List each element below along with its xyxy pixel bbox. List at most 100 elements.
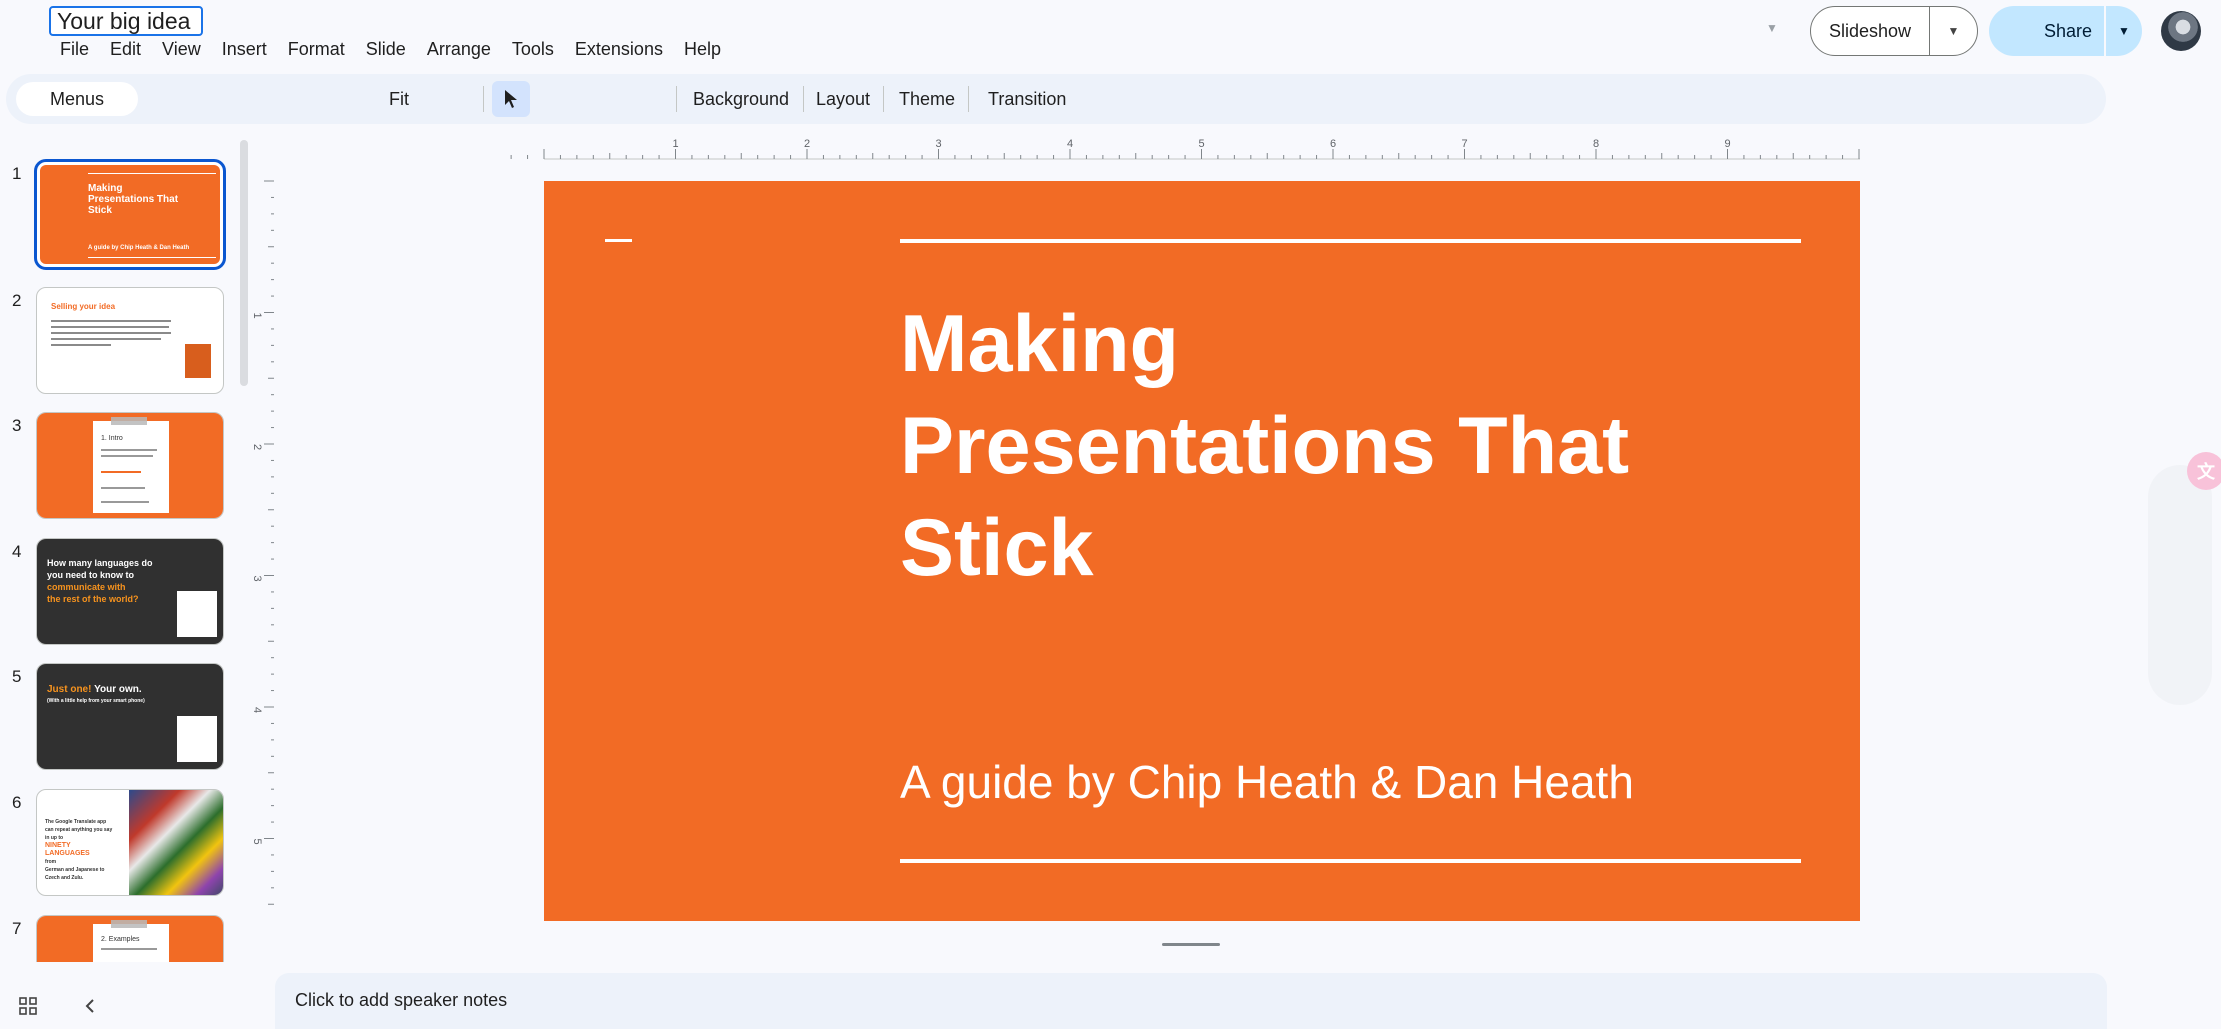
thumb-rule (88, 173, 216, 174)
tape-image (111, 920, 147, 928)
slide-number: 3 (12, 416, 22, 435)
thumb-text-line (51, 338, 161, 340)
ruler-label: 9 (1724, 138, 1730, 150)
ruler-label: 3 (935, 138, 941, 150)
layout-button[interactable]: Layout (816, 82, 870, 116)
thumb-text-line (101, 948, 157, 950)
slide-number: 1 (12, 164, 22, 183)
ruler-label: 4 (1067, 138, 1073, 150)
thumbnail-canvas: Selling your idea (37, 288, 223, 393)
note-card-image (177, 591, 217, 637)
document-title-input[interactable]: Your big idea (49, 6, 203, 36)
theme-button[interactable]: Theme (899, 82, 955, 116)
horizontal-ruler[interactable]: 1 2 3 4 5 6 7 8 9 (272, 135, 1860, 161)
ruler-label: 2 (804, 138, 810, 150)
slide-thumbnail-4[interactable]: How many languages do you need to know t… (36, 538, 224, 645)
slide-thumbnail-6[interactable]: The Google Translate app can repeat anyt… (36, 789, 224, 896)
ruler-label: 3 (251, 576, 263, 582)
ruler-label: 6 (1330, 138, 1336, 150)
slide-top-rule (900, 239, 1801, 243)
flags-image (129, 790, 223, 895)
share-options-chevron-icon[interactable]: ▼ (2106, 24, 2142, 38)
thumbnail-canvas: The Google Translate app can repeat anyt… (37, 790, 223, 895)
thumb-text-line (101, 455, 153, 457)
slide-thumbnail-5[interactable]: Just one! Your own. (With a little help … (36, 663, 224, 770)
slide-bottom-rule (900, 859, 1801, 863)
thumb-subtitle: (With a little help from your smart phon… (47, 698, 145, 704)
ruler-label: 2 (251, 444, 263, 450)
cursor-arrow-icon (505, 90, 517, 108)
ruler-label: 4 (251, 707, 263, 713)
ruler-label: 1 (251, 313, 263, 319)
translate-icon[interactable]: 文 (2187, 452, 2221, 490)
thumbnail-canvas: 1. Intro (37, 413, 223, 518)
select-tool-button[interactable] (492, 81, 530, 117)
thumb-paper: 2. Examples (93, 924, 169, 962)
menu-arrange[interactable]: Arrange (417, 36, 502, 62)
slide-canvas[interactable]: Making Presentations That Stick A guide … (544, 181, 1860, 921)
slide-number: 5 (12, 667, 22, 686)
ruler-label: 5 (251, 839, 263, 845)
thumb-title: Making Presentations That Stick (88, 183, 179, 216)
chevron-left-icon[interactable] (80, 996, 100, 1016)
slide-thumbnail-2[interactable]: Selling your idea (36, 287, 224, 394)
vertical-ruler[interactable]: 1 2 3 4 5 (250, 161, 280, 921)
zoom-select[interactable]: Fit (389, 82, 409, 116)
ruler-label: 8 (1593, 138, 1599, 150)
slide-number: 2 (12, 291, 22, 310)
menu-file[interactable]: File (50, 36, 100, 62)
thumb-text-line (51, 332, 171, 334)
menu-help[interactable]: Help (674, 36, 732, 62)
slide-filmstrip: 1 Making Presentations That Stick A guid… (0, 140, 254, 962)
slide-number: 7 (12, 919, 22, 938)
thumb-title: The Google Translate app can repeat anyt… (45, 819, 113, 881)
slide-thumbnail-7[interactable]: 2. Examples (36, 915, 224, 962)
thumb-paper: 1. Intro (93, 421, 169, 513)
note-card-image (177, 716, 217, 762)
slide-thumbnail-3[interactable]: 1. Intro (36, 412, 224, 519)
divider (968, 86, 969, 112)
menu-insert[interactable]: Insert (212, 36, 278, 62)
menu-extensions[interactable]: Extensions (565, 36, 674, 62)
thumbnail-canvas: How many languages do you need to know t… (37, 539, 223, 644)
thumb-text-line (51, 326, 169, 328)
toolbar: Menus Fit Background Layout Theme Transi… (6, 74, 2106, 124)
ruler-label: 1 (672, 138, 678, 150)
background-button[interactable]: Background (693, 82, 789, 116)
menus-button[interactable]: Menus (16, 82, 138, 116)
filmstrip-scrollbar[interactable] (240, 140, 248, 386)
notes-resize-handle[interactable] (1162, 943, 1220, 946)
thumb-text-line (51, 320, 171, 322)
thumbnail-canvas: Just one! Your own. (With a little help … (37, 664, 223, 769)
speaker-notes-placeholder[interactable]: Click to add speaker notes (295, 990, 507, 1011)
share-button-group: Share ▼ (1989, 6, 2142, 56)
menu-edit[interactable]: Edit (100, 36, 152, 62)
thumb-title: 2. Examples (101, 936, 140, 943)
menu-format[interactable]: Format (278, 36, 356, 62)
slide-title[interactable]: Making Presentations That Stick (900, 293, 1800, 599)
thumbnail-canvas: 2. Examples (37, 916, 223, 962)
speaker-notes-panel[interactable]: Click to add speaker notes (275, 973, 2107, 1029)
divider (883, 86, 884, 112)
transition-button[interactable]: Transition (988, 82, 1066, 116)
menu-tools[interactable]: Tools (502, 36, 565, 62)
divider (676, 86, 677, 112)
slideshow-button-group: Slideshow ▼ (1810, 6, 1978, 56)
avatar[interactable] (2161, 11, 2201, 51)
slide-subtitle[interactable]: A guide by Chip Heath & Dan Heath (900, 755, 1634, 809)
thumb-text-line (101, 449, 157, 451)
side-panel (2148, 465, 2212, 705)
slide-accent-dash (605, 239, 632, 242)
menu-view[interactable]: View (152, 36, 212, 62)
grid-view-icon[interactable] (18, 996, 38, 1016)
slideshow-button[interactable]: Slideshow (1811, 21, 1929, 42)
slideshow-options-chevron-icon[interactable]: ▼ (1930, 24, 1977, 38)
thumb-title: How many languages do you need to know t… (47, 558, 153, 604)
thumb-text-line (101, 501, 149, 503)
share-button[interactable]: Share (1989, 21, 2104, 42)
slide-thumbnail-1[interactable]: Making Presentations That Stick A guide … (34, 159, 226, 270)
menu-slide[interactable]: Slide (356, 36, 417, 62)
thumb-text-line (51, 344, 111, 346)
chevron-down-icon[interactable]: ▼ (1766, 22, 1778, 34)
thumb-title: Just one! Your own. (47, 684, 142, 695)
